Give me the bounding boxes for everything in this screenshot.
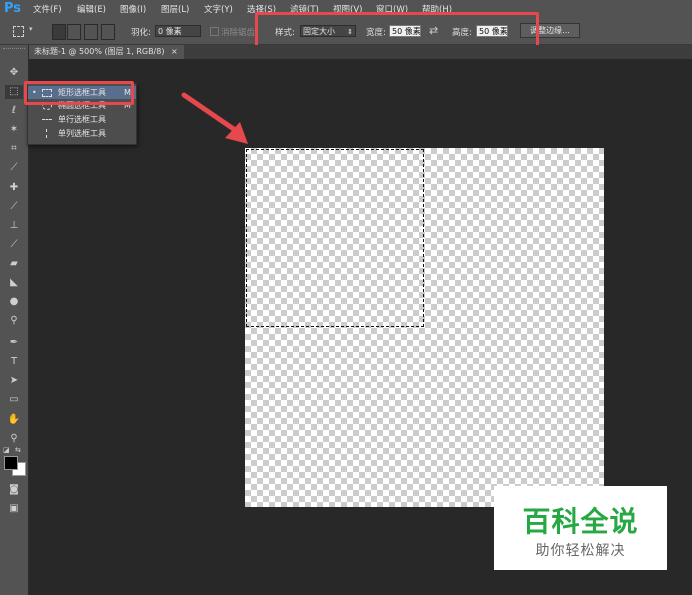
move-tool-icon[interactable]: ✥ xyxy=(5,66,23,80)
menu-type[interactable]: 文字(Y) xyxy=(204,3,233,15)
menu-image[interactable]: 图像(I) xyxy=(120,3,146,15)
watermark-subtitle: 助你轻松解决 xyxy=(535,543,626,559)
zoom-tool-icon[interactable]: ⚲ xyxy=(5,432,23,446)
healing-brush-icon[interactable]: ✚ xyxy=(5,181,23,195)
add-selection-button[interactable] xyxy=(67,24,81,40)
new-selection-button[interactable] xyxy=(52,24,66,40)
antialias-label: 消除锯齿 xyxy=(221,28,256,38)
flyout-item-label: 单列选框工具 xyxy=(58,129,106,138)
single-row-marquee-icon xyxy=(42,119,52,120)
eyedropper-icon[interactable]: ⟋ xyxy=(5,161,23,175)
lasso-tool-icon[interactable]: ℓ xyxy=(5,104,23,118)
feather-input[interactable]: 0 像素 xyxy=(155,25,201,37)
intersect-selection-button[interactable] xyxy=(101,24,115,40)
tools-panel: ✥ ⬚ ℓ ✶ ⌗ ⟋ ✚ ⟋ ⊥ ⟋ ▰ ◣ ● ⚲ ✒ T ➤ ▭ ✋ ⚲ … xyxy=(0,45,29,595)
eraser-tool-icon[interactable]: ▰ xyxy=(5,257,23,271)
crop-tool-icon[interactable]: ⌗ xyxy=(5,142,23,156)
marquee-preset-icon xyxy=(13,26,24,37)
default-colors-icon[interactable]: ◪ xyxy=(3,446,13,454)
history-brush-icon[interactable]: ⟋ xyxy=(5,238,23,252)
photoshop-logo: Ps xyxy=(4,1,22,16)
foreground-color-swatch[interactable] xyxy=(4,456,18,470)
swap-colors-icon[interactable]: ⇆ xyxy=(15,446,25,454)
single-column-marquee-icon xyxy=(46,129,47,138)
flyout-highlight-box xyxy=(24,81,134,105)
clone-stamp-icon[interactable]: ⊥ xyxy=(5,219,23,233)
document-tab-title: 未标题-1 @ 500% (图层 1, RGB/8) xyxy=(34,47,165,56)
antialias-checkbox[interactable] xyxy=(210,27,219,36)
blur-tool-icon[interactable]: ● xyxy=(5,295,23,309)
dodge-tool-icon[interactable]: ⚲ xyxy=(5,314,23,328)
flyout-item-label: 单行选框工具 xyxy=(58,115,106,124)
marquee-selection xyxy=(246,149,424,327)
flyout-item-single-row-marquee[interactable]: 单行选框工具 xyxy=(28,113,136,126)
close-icon[interactable]: × xyxy=(171,47,178,56)
marquee-tool-icon[interactable]: ⬚ xyxy=(5,85,23,99)
pen-tool-icon[interactable]: ✒ xyxy=(5,336,23,350)
brush-tool-icon[interactable]: ⟋ xyxy=(5,200,23,214)
menu-file[interactable]: 文件(F) xyxy=(33,3,62,15)
menu-layer[interactable]: 图层(L) xyxy=(161,3,189,15)
hand-tool-icon[interactable]: ✋ xyxy=(5,413,23,427)
path-selection-icon[interactable]: ➤ xyxy=(5,374,23,388)
watermark: 百科全说 助你轻松解决 xyxy=(494,486,667,570)
tool-preset-picker[interactable]: ▾ xyxy=(10,24,36,38)
watermark-title: 百科全说 xyxy=(522,505,639,538)
type-tool-icon[interactable]: T xyxy=(5,355,23,369)
document-tab[interactable]: 未标题-1 @ 500% (图层 1, RGB/8) × xyxy=(28,45,184,59)
rectangle-tool-icon[interactable]: ▭ xyxy=(5,393,23,407)
panel-grip[interactable] xyxy=(3,48,25,52)
magic-wand-icon[interactable]: ✶ xyxy=(5,123,23,137)
annotation-arrow-icon xyxy=(181,92,248,144)
flyout-item-single-column-marquee[interactable]: 单列选框工具 xyxy=(28,127,136,140)
paint-bucket-icon[interactable]: ◣ xyxy=(5,276,23,290)
screen-mode-icon[interactable]: ▣ xyxy=(5,502,23,516)
menu-edit[interactable]: 编辑(E) xyxy=(77,3,106,15)
subtract-selection-button[interactable] xyxy=(84,24,98,40)
quick-mask-icon[interactable]: ◙ xyxy=(5,483,23,497)
feather-label: 羽化: xyxy=(131,28,151,38)
chevron-down-icon: ▾ xyxy=(29,25,33,33)
